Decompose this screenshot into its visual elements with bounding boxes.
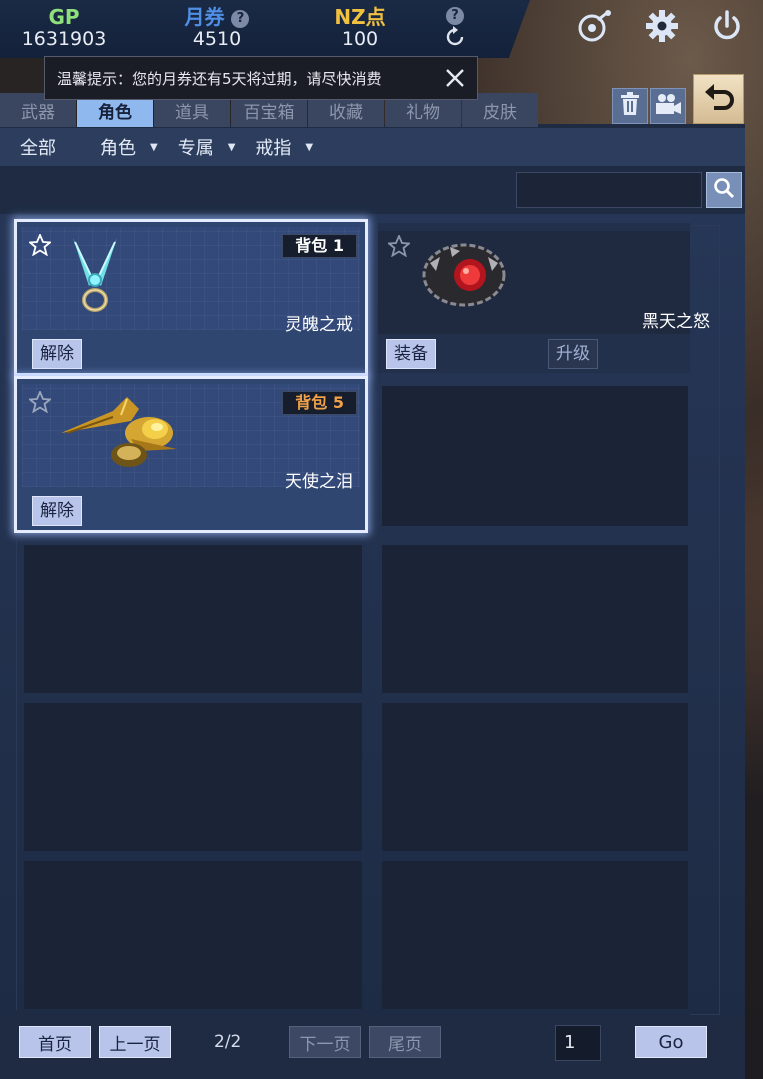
item-card-lingpo-ring[interactable]: 背包 1 灵魄之戒 解除 (14, 219, 368, 376)
trash-icon (619, 92, 641, 120)
resource-bar: GP 1631903 月券 ? 4510 NZ点 100 ? (0, 0, 530, 58)
filter-bar: 全部 角色 ▼ 专属 ▼ 戒指 ▼ (0, 128, 745, 166)
empty-slot (24, 545, 362, 693)
filter-ring[interactable]: 戒指 ▼ (255, 134, 313, 160)
next-page-button[interactable]: 下一页 (289, 1026, 361, 1058)
go-button[interactable]: Go (635, 1026, 707, 1058)
caret-down-icon: ▼ (150, 141, 158, 153)
tool-buttons (612, 88, 688, 124)
voucher-value: 4510 (192, 28, 242, 50)
caret-down-icon: ▼ (227, 141, 236, 153)
music-disc-icon[interactable] (572, 4, 616, 48)
upgrade-button[interactable]: 升级 (548, 339, 598, 369)
search-row (516, 172, 742, 208)
refresh-icon[interactable] (440, 25, 470, 52)
unequip-button[interactable]: 解除 (32, 339, 82, 369)
heitian-ring-image (420, 237, 508, 315)
bag-badge: 背包 5 (282, 391, 357, 415)
item-name: 天使之泪 (285, 472, 353, 492)
scroll-ruler (690, 225, 720, 1015)
left-ruler (3, 540, 17, 1010)
search-input[interactable] (516, 172, 702, 208)
first-page-button[interactable]: 首页 (19, 1026, 91, 1058)
expiry-notice: 温馨提示：您的月券还有5天将过期，请尽快消费 (44, 56, 478, 100)
undo-arrow-icon (702, 80, 736, 118)
video-camera-icon (654, 93, 682, 119)
power-icon[interactable] (705, 4, 749, 48)
unequip-button[interactable]: 解除 (32, 496, 82, 526)
voucher-label: 月券 (184, 5, 225, 29)
nz-resource: NZ点 100 (320, 6, 400, 50)
video-button[interactable] (650, 88, 686, 124)
empty-slot (24, 703, 362, 851)
star-icon[interactable] (27, 389, 53, 414)
page-number-input[interactable]: 1 (555, 1025, 601, 1061)
gp-value: 1631903 (21, 28, 107, 50)
empty-slot (382, 861, 688, 1009)
empty-slot (382, 545, 688, 693)
last-page-button[interactable]: 尾页 (369, 1026, 441, 1058)
gp-resource: GP 1631903 (18, 6, 110, 50)
star-filled-icon[interactable] (27, 232, 53, 257)
nz-help-group: ? (440, 6, 470, 52)
filter-all[interactable]: 全部 (20, 134, 56, 160)
empty-slot (24, 861, 362, 1009)
angel-tear-image (57, 393, 183, 475)
item-card-angel-tear[interactable]: 背包 5 天使之泪 解除 (14, 376, 368, 533)
nz-label: NZ点 (334, 5, 386, 29)
star-icon[interactable] (386, 233, 412, 258)
prev-page-button[interactable]: 上一页 (99, 1026, 171, 1058)
voucher-help-icon[interactable]: ? (231, 10, 250, 28)
page-indicator: 2/2 (214, 1032, 242, 1052)
voucher-resource: 月券 ? 4510 (172, 6, 262, 50)
empty-slot (382, 703, 688, 851)
nz-help-icon[interactable]: ? (446, 7, 464, 25)
lingpo-ring-image (65, 236, 125, 318)
close-icon[interactable] (443, 66, 467, 90)
empty-slot (382, 386, 688, 526)
trash-button[interactable] (612, 88, 648, 124)
item-name: 灵魄之戒 (285, 315, 353, 335)
search-icon (713, 177, 735, 203)
gear-icon[interactable] (640, 4, 684, 48)
nz-value: 100 (341, 28, 379, 50)
back-button[interactable] (693, 74, 744, 124)
search-button[interactable] (706, 172, 742, 208)
gp-label: GP (48, 5, 80, 29)
filter-exclusive[interactable]: 专属 ▼ (178, 134, 236, 160)
caret-down-icon: ▼ (305, 141, 314, 153)
filter-role[interactable]: 角色 ▼ (100, 134, 158, 160)
bag-badge: 背包 1 (282, 234, 357, 258)
item-card-heitian-ring[interactable]: 黑天之怒 装备 升级 (378, 223, 710, 373)
notice-text: 温馨提示：您的月券还有5天将过期，请尽快消费 (57, 69, 382, 88)
equip-button[interactable]: 装备 (386, 339, 436, 369)
item-name: 黑天之怒 (642, 312, 710, 332)
